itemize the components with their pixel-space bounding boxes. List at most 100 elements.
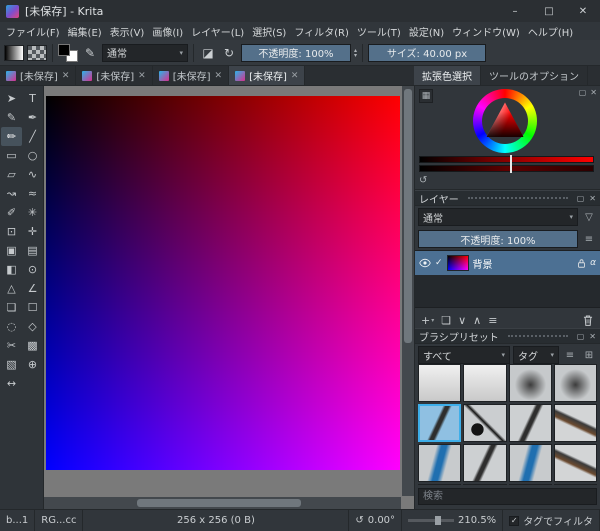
tool-ellipse-select[interactable]: ◌: [1, 317, 22, 336]
tool-freehand-brush[interactable]: ✏: [1, 127, 22, 146]
shade-bar-handle[interactable]: [510, 155, 512, 164]
close-dock-icon[interactable]: ✕: [590, 88, 597, 97]
brush-preset-pencil[interactable]: [418, 484, 461, 485]
tool-color-sampler[interactable]: ⊙: [22, 260, 43, 279]
foreground-background-color-selector[interactable]: [58, 44, 78, 62]
float-dock-icon[interactable]: ▢: [577, 194, 585, 203]
tab-close-icon[interactable]: ✕: [62, 71, 70, 81]
tool-line[interactable]: ╱: [22, 127, 43, 146]
menu-item[interactable]: フィルタ(R): [290, 24, 353, 39]
shade-selector-bar[interactable]: [419, 165, 594, 172]
brush-size-slider[interactable]: サイズ: 40.00 px: [368, 44, 486, 62]
delete-layer-trash-icon[interactable]: [582, 314, 594, 327]
brush-preset-soft[interactable]: [554, 364, 597, 402]
layer-blend-mode-combo[interactable]: 通常 ▾: [418, 208, 578, 226]
brush-preset-marker[interactable]: [418, 444, 461, 482]
menu-item[interactable]: 編集(E): [64, 24, 106, 39]
maximize-button[interactable]: □: [532, 0, 566, 22]
menu-item[interactable]: レイヤー(L): [187, 24, 248, 39]
eraser-mode-icon[interactable]: ◪: [199, 43, 217, 63]
minimize-button[interactable]: –: [498, 0, 532, 22]
tool-fill[interactable]: ◧: [1, 260, 22, 279]
layer-lock-icon[interactable]: [577, 258, 586, 269]
gradient-chooser-button[interactable]: [4, 45, 24, 61]
tool-assistants[interactable]: △: [1, 279, 22, 298]
brush-preset-marker[interactable]: [509, 444, 552, 482]
tool-gradient[interactable]: ▤: [22, 241, 43, 260]
layer-row[interactable]: ✓ 背景 α: [415, 251, 600, 275]
document-tab[interactable]: [未保存]✕: [76, 66, 152, 85]
horizontal-scrollbar[interactable]: [44, 497, 401, 509]
layer-visibility-eye-icon[interactable]: [419, 257, 431, 269]
tool-pan[interactable]: ↔: [1, 374, 22, 393]
layer-options-icon[interactable]: ≡: [581, 234, 597, 245]
float-dock-icon[interactable]: ▢: [579, 88, 587, 97]
statusbar-zoom[interactable]: 210.5%: [402, 510, 503, 531]
tab-close-icon[interactable]: ✕: [138, 71, 146, 81]
statusbar-canvas-angle[interactable]: ↺ 0.00°: [349, 510, 402, 531]
document-tab[interactable]: [未保存]✕: [0, 66, 76, 85]
color-selector-settings-icon[interactable]: ▦: [419, 89, 433, 103]
menu-item[interactable]: ファイル(F): [2, 24, 64, 39]
brush-preset-nib[interactable]: [463, 404, 506, 442]
menu-item[interactable]: ヘルプ(H): [524, 24, 577, 39]
reload-preset-icon[interactable]: ↻: [220, 43, 238, 63]
tool-reference-images[interactable]: ❏: [1, 298, 22, 317]
menu-item[interactable]: ウィンドウ(W): [448, 24, 524, 39]
vertical-scrollbar[interactable]: [402, 86, 414, 496]
brush-preset-eraser[interactable]: [418, 364, 461, 402]
tool-polygon-select[interactable]: ◇: [22, 317, 43, 336]
tool-multibrush[interactable]: ✳: [22, 203, 43, 222]
tool-contiguous-select[interactable]: ▩: [22, 336, 43, 355]
layer-opacity-slider[interactable]: 不透明度: 100%: [418, 230, 578, 248]
tool-rect-select[interactable]: ☐: [22, 298, 43, 317]
layers-dock-header[interactable]: レイヤー ▢ ✕: [415, 190, 600, 206]
tool-freehand-select[interactable]: ✂: [1, 336, 22, 355]
pattern-chooser-button[interactable]: [27, 45, 47, 61]
move-layer-down-button[interactable]: ∨: [458, 314, 466, 327]
brush-preset-soft[interactable]: [509, 364, 552, 402]
close-button[interactable]: ✕: [566, 0, 600, 22]
brush-preset-pen[interactable]: [418, 404, 461, 442]
layer-alpha-lock-icon[interactable]: α: [590, 258, 596, 268]
brush-preset-pen[interactable]: [509, 404, 552, 442]
layer-properties-button[interactable]: ≡: [488, 314, 497, 327]
shade-bar-handle[interactable]: [510, 164, 512, 173]
tool-calligraphy[interactable]: ✒: [22, 108, 43, 127]
close-dock-icon[interactable]: ✕: [589, 332, 596, 341]
tool-measure[interactable]: ∠: [22, 279, 43, 298]
tool-polygon[interactable]: ▱: [1, 165, 22, 184]
menu-item[interactable]: ツール(T): [353, 24, 405, 39]
tool-rectangle[interactable]: ▭: [1, 146, 22, 165]
close-dock-icon[interactable]: ✕: [589, 194, 596, 203]
list-view-icon[interactable]: ≡: [562, 350, 578, 361]
zoom-slider-thumb[interactable]: [435, 516, 441, 525]
tag-combo[interactable]: タグ ▾: [513, 346, 559, 364]
brush-preset-nib[interactable]: [509, 484, 552, 485]
tag-filter-toggle[interactable]: ✓ タグでフィルタ: [503, 510, 600, 531]
tool-polyline[interactable]: ∿: [22, 165, 43, 184]
float-dock-icon[interactable]: ▢: [577, 332, 585, 341]
menu-item[interactable]: 設定(N): [405, 24, 448, 39]
tool-dynamic-brush[interactable]: ✐: [1, 203, 22, 222]
menu-item[interactable]: 画像(I): [148, 24, 187, 39]
dock-tab[interactable]: ツールのオプション: [481, 66, 588, 85]
tool-text[interactable]: T: [22, 89, 43, 108]
rotate-reset-icon[interactable]: ↺: [355, 515, 363, 526]
brush-preset-eraser[interactable]: [463, 364, 506, 402]
dock-drag-handle[interactable]: [468, 197, 568, 199]
add-layer-button[interactable]: + ▾: [421, 314, 434, 327]
preset-filter-combo[interactable]: すべて ▾: [418, 346, 510, 364]
layer-filter-icon[interactable]: ▽: [581, 212, 597, 223]
dock-drag-handle[interactable]: [508, 335, 568, 337]
blend-mode-combo[interactable]: 通常 ▾: [102, 44, 188, 62]
shade-selector-bar[interactable]: [419, 156, 594, 163]
document-tab[interactable]: [未保存]✕: [153, 66, 229, 85]
tool-transform[interactable]: ⊡: [1, 222, 22, 241]
tool-edit-shapes[interactable]: ✎: [1, 108, 22, 127]
tool-zoom[interactable]: ⊕: [22, 355, 43, 374]
horizontal-scrollbar-thumb[interactable]: [137, 499, 301, 507]
menu-item[interactable]: 表示(V): [106, 24, 149, 39]
tool-move[interactable]: ✛: [22, 222, 43, 241]
menu-item[interactable]: 選択(S): [248, 24, 290, 39]
